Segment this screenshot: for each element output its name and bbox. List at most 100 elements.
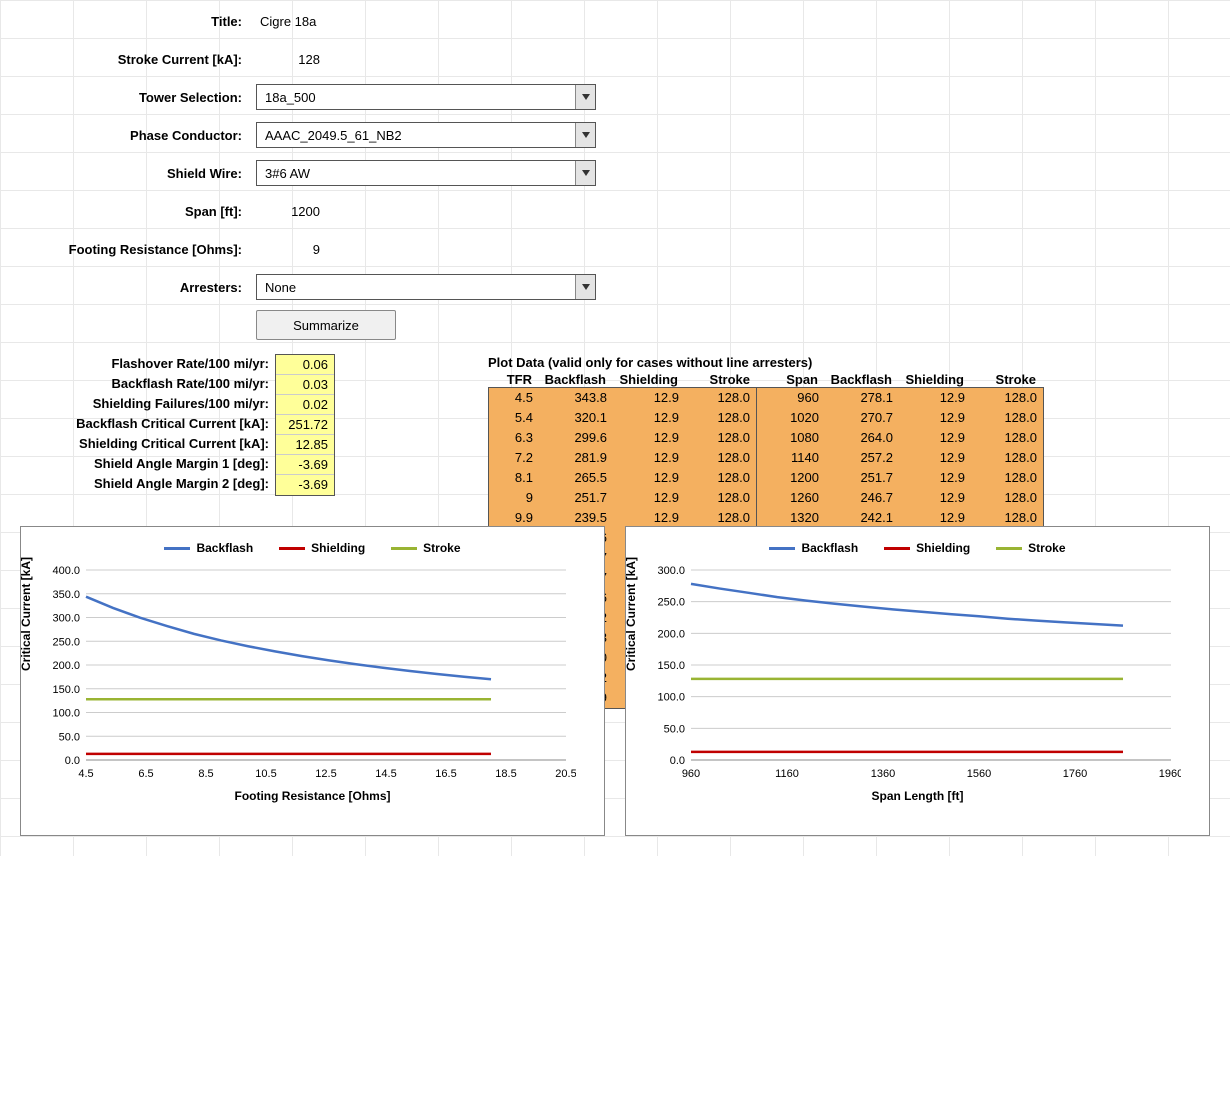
table-cell: 12.9 — [613, 488, 685, 508]
result-value: -3.69 — [276, 475, 334, 495]
table-cell: 128.0 — [971, 428, 1043, 448]
legend-swatch-backflash — [769, 547, 795, 550]
table-cell: 1080 — [757, 428, 825, 448]
table-header: Shielding — [898, 372, 970, 387]
chart2-xlabel: Span Length [ft] — [636, 789, 1199, 803]
arresters-select[interactable]: None — [256, 274, 596, 300]
arresters-label: Arresters: — [0, 280, 250, 295]
table-header: Backflash — [538, 372, 612, 387]
table-row: 9251.712.9128.01260246.712.9128.0 — [489, 488, 1043, 508]
table-cell: 281.9 — [539, 448, 613, 468]
shield-label: Shield Wire: — [0, 166, 250, 181]
table-cell: 1320 — [757, 508, 825, 528]
footing-value[interactable]: 9 — [250, 242, 330, 257]
legend-label-backflash: Backflash — [196, 541, 253, 555]
tower-select[interactable]: 18a_500 — [256, 84, 596, 110]
svg-text:6.5: 6.5 — [138, 768, 153, 780]
table-cell: 242.1 — [825, 508, 899, 528]
result-value: 0.03 — [276, 375, 334, 395]
svg-text:200.0: 200.0 — [52, 660, 80, 672]
svg-text:1760: 1760 — [1063, 768, 1087, 780]
table-cell: 9 — [489, 488, 539, 508]
table-cell: 246.7 — [825, 488, 899, 508]
span-value[interactable]: 1200 — [250, 204, 330, 219]
legend-swatch-shielding — [884, 547, 910, 550]
stroke-current-value[interactable]: 128 — [250, 52, 330, 67]
svg-text:1960: 1960 — [1159, 768, 1181, 780]
plot-data-title: Plot Data (valid only for cases without … — [488, 355, 1044, 372]
table-cell: 128.0 — [971, 448, 1043, 468]
svg-text:0.0: 0.0 — [670, 755, 685, 767]
table-row: 6.3299.612.9128.01080264.012.9128.0 — [489, 428, 1043, 448]
table-cell: 12.9 — [899, 428, 971, 448]
table-cell: 12.9 — [899, 488, 971, 508]
phase-select-value: AAAC_2049.5_61_NB2 — [257, 128, 575, 143]
result-label: Shield Angle Margin 1 [deg]: — [0, 454, 275, 474]
table-cell: 128.0 — [685, 468, 757, 488]
table-cell: 320.1 — [539, 408, 613, 428]
chevron-down-icon[interactable] — [575, 85, 595, 109]
svg-text:16.5: 16.5 — [435, 768, 456, 780]
result-value: -3.69 — [276, 455, 334, 475]
phase-select[interactable]: AAAC_2049.5_61_NB2 — [256, 122, 596, 148]
table-cell: 960 — [757, 388, 825, 408]
svg-text:50.0: 50.0 — [664, 723, 685, 735]
legend-swatch-stroke — [391, 547, 417, 550]
table-cell: 128.0 — [685, 388, 757, 408]
table-row: 4.5343.812.9128.0960278.112.9128.0 — [489, 388, 1043, 408]
svg-text:20.5: 20.5 — [555, 768, 576, 780]
phase-label: Phase Conductor: — [0, 128, 250, 143]
title-value[interactable]: Cigre 18a — [250, 14, 450, 29]
svg-text:100.0: 100.0 — [657, 692, 685, 704]
result-label: Flashover Rate/100 mi/yr: — [0, 354, 275, 374]
table-header: Stroke — [684, 372, 756, 387]
legend-swatch-stroke — [996, 547, 1022, 550]
table-cell: 278.1 — [825, 388, 899, 408]
table-cell: 265.5 — [539, 468, 613, 488]
svg-text:400.0: 400.0 — [52, 565, 80, 577]
legend-swatch-shielding — [279, 547, 305, 550]
legend-swatch-backflash — [164, 547, 190, 550]
svg-text:350.0: 350.0 — [52, 589, 80, 601]
table-cell: 12.9 — [899, 388, 971, 408]
chart1-xlabel: Footing Resistance [Ohms] — [31, 789, 594, 803]
svg-text:14.5: 14.5 — [375, 768, 396, 780]
legend-label-shielding: Shielding — [311, 541, 365, 555]
table-cell: 12.9 — [613, 448, 685, 468]
svg-text:960: 960 — [682, 768, 700, 780]
chart2-ylabel: Critical Current [kA] — [624, 557, 638, 671]
table-cell: 270.7 — [825, 408, 899, 428]
chevron-down-icon[interactable] — [575, 275, 595, 299]
chart-footing: Backflash Shielding Stroke Critical Curr… — [20, 526, 605, 836]
chart-span: Backflash Shielding Stroke Critical Curr… — [625, 526, 1210, 836]
summarize-button[interactable]: Summarize — [256, 310, 396, 340]
svg-text:1160: 1160 — [775, 768, 799, 780]
result-label: Shield Angle Margin 2 [deg]: — [0, 474, 275, 494]
chart1-ylabel: Critical Current [kA] — [19, 557, 33, 671]
result-value: 0.06 — [276, 355, 334, 375]
svg-text:0.0: 0.0 — [65, 755, 80, 767]
result-value: 251.72 — [276, 415, 334, 435]
shield-select[interactable]: 3#6 AW — [256, 160, 596, 186]
table-row: 5.4320.112.9128.01020270.712.9128.0 — [489, 408, 1043, 428]
table-cell: 257.2 — [825, 448, 899, 468]
svg-text:150.0: 150.0 — [657, 660, 685, 672]
result-value: 12.85 — [276, 435, 334, 455]
legend-label-backflash: Backflash — [801, 541, 858, 555]
legend-label-shielding: Shielding — [916, 541, 970, 555]
table-cell: 264.0 — [825, 428, 899, 448]
table-cell: 128.0 — [685, 408, 757, 428]
svg-text:8.5: 8.5 — [198, 768, 213, 780]
chevron-down-icon[interactable] — [575, 123, 595, 147]
table-cell: 299.6 — [539, 428, 613, 448]
spreadsheet: Title: Cigre 18a Stroke Current [kA]: 12… — [0, 0, 1230, 856]
svg-text:18.5: 18.5 — [495, 768, 516, 780]
table-cell: 12.9 — [899, 448, 971, 468]
legend-label-stroke: Stroke — [1028, 541, 1065, 555]
table-cell: 7.2 — [489, 448, 539, 468]
table-cell: 1140 — [757, 448, 825, 468]
parameters-form: Title: Cigre 18a Stroke Current [kA]: 12… — [0, 0, 1230, 344]
table-cell: 128.0 — [685, 508, 757, 528]
chevron-down-icon[interactable] — [575, 161, 595, 185]
table-cell: 128.0 — [971, 468, 1043, 488]
